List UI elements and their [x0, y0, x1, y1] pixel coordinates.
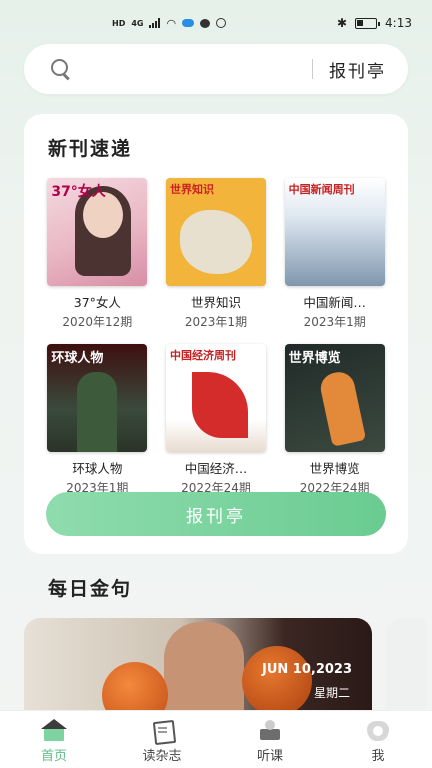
magazine-grid: 37°女人 37°女人 2020年12期 世界知识 世界知识 2023年1期 中…: [38, 178, 394, 496]
status-left-icons: HD 4G ◠: [112, 16, 227, 30]
quote-date: JUN 10,2023: [261, 662, 352, 677]
tab-label: 听课: [256, 749, 283, 764]
magazine-cover[interactable]: 环球人物: [47, 344, 148, 452]
network-type: HD: [112, 18, 126, 28]
tab-label: 首页: [40, 749, 67, 764]
cover-title: 环球人物: [51, 351, 104, 366]
newsstand-button[interactable]: 报刊亭: [46, 492, 386, 536]
magazine-name: 环球人物: [72, 461, 123, 476]
status-right-icons: ✱ 4:13: [337, 16, 412, 30]
magazine-name: 中国经济…: [184, 461, 248, 476]
magazine-item[interactable]: 世界博览 世界博览 2022年24期: [275, 344, 394, 496]
magazine-icon: [149, 719, 175, 741]
cover-title: 世界博览: [288, 351, 341, 366]
notification-icon: [216, 18, 227, 28]
cover-title: 37°女人: [51, 184, 106, 200]
tab-label: 读杂志: [142, 749, 182, 764]
course-icon: [257, 719, 283, 741]
magazine-name: 37°女人: [73, 295, 121, 310]
bluetooth-icon: ✱: [336, 16, 348, 30]
new-issues-card: 新刊速递 37°女人 37°女人 2020年12期 世界知识 世界知识 2023…: [24, 114, 408, 554]
magazine-name: 世界知识: [190, 295, 241, 310]
search-bar[interactable]: 报刊亭: [24, 44, 408, 94]
magazine-cover[interactable]: 世界博览: [284, 344, 385, 452]
magazine-name: 中国新闻…: [303, 295, 366, 310]
magazine-item[interactable]: 环球人物 环球人物 2023年1期: [38, 344, 157, 496]
daily-quote-title: 每日金句: [48, 578, 133, 600]
magazine-item[interactable]: 中国经济周刊 中国经济… 2022年24期: [157, 344, 276, 496]
magazine-cover[interactable]: 中国经济周刊: [165, 344, 266, 452]
search-divider: [312, 59, 313, 79]
tab-home[interactable]: 首页: [0, 711, 108, 768]
cloud-icon: [182, 19, 195, 27]
status-bar: HD 4G ◠ ✱ 4:13: [0, 0, 432, 46]
magazine-item[interactable]: 世界知识 世界知识 2023年1期: [157, 178, 276, 330]
quote-weekday: 星期二: [313, 686, 350, 700]
magazine-issue: 2023年1期: [184, 315, 248, 329]
magazine-name: 世界博览: [309, 461, 360, 476]
magazine-cover[interactable]: 中国新闻周刊: [284, 178, 385, 286]
bottom-tab-bar: 首页 读杂志 听课 我: [0, 710, 432, 768]
magazine-cover[interactable]: 37°女人: [47, 178, 148, 286]
magazine-issue: 2023年1期: [303, 315, 366, 329]
basketball-image: [242, 646, 312, 716]
profile-icon: [365, 719, 391, 741]
tab-label: 我: [371, 749, 385, 764]
signal-icon: [149, 18, 161, 28]
home-icon: [41, 719, 67, 741]
search-icon[interactable]: [50, 58, 72, 80]
cover-title: 世界知识: [169, 183, 214, 196]
magazine-issue: 2020年12期: [62, 315, 133, 329]
magazine-item[interactable]: 37°女人 37°女人 2020年12期: [38, 178, 157, 330]
tab-courses[interactable]: 听课: [216, 711, 324, 768]
new-issues-title: 新刊速递: [48, 138, 133, 160]
tab-profile[interactable]: 我: [324, 711, 432, 768]
magazine-cover[interactable]: 世界知识: [165, 178, 266, 286]
magazine-item[interactable]: 中国新闻周刊 中国新闻… 2023年1期: [275, 178, 394, 330]
cover-title: 中国新闻周刊: [288, 183, 355, 196]
cover-title: 中国经济周刊: [169, 349, 236, 362]
signal-label: 4G: [131, 18, 144, 28]
clock: 4:13: [385, 16, 412, 30]
tab-read-magazine[interactable]: 读杂志: [108, 711, 216, 768]
battery-icon: [355, 17, 381, 29]
chat-icon: [200, 18, 211, 28]
newsstand-search-button[interactable]: 报刊亭: [329, 57, 386, 82]
wifi-icon: ◠: [166, 16, 177, 30]
